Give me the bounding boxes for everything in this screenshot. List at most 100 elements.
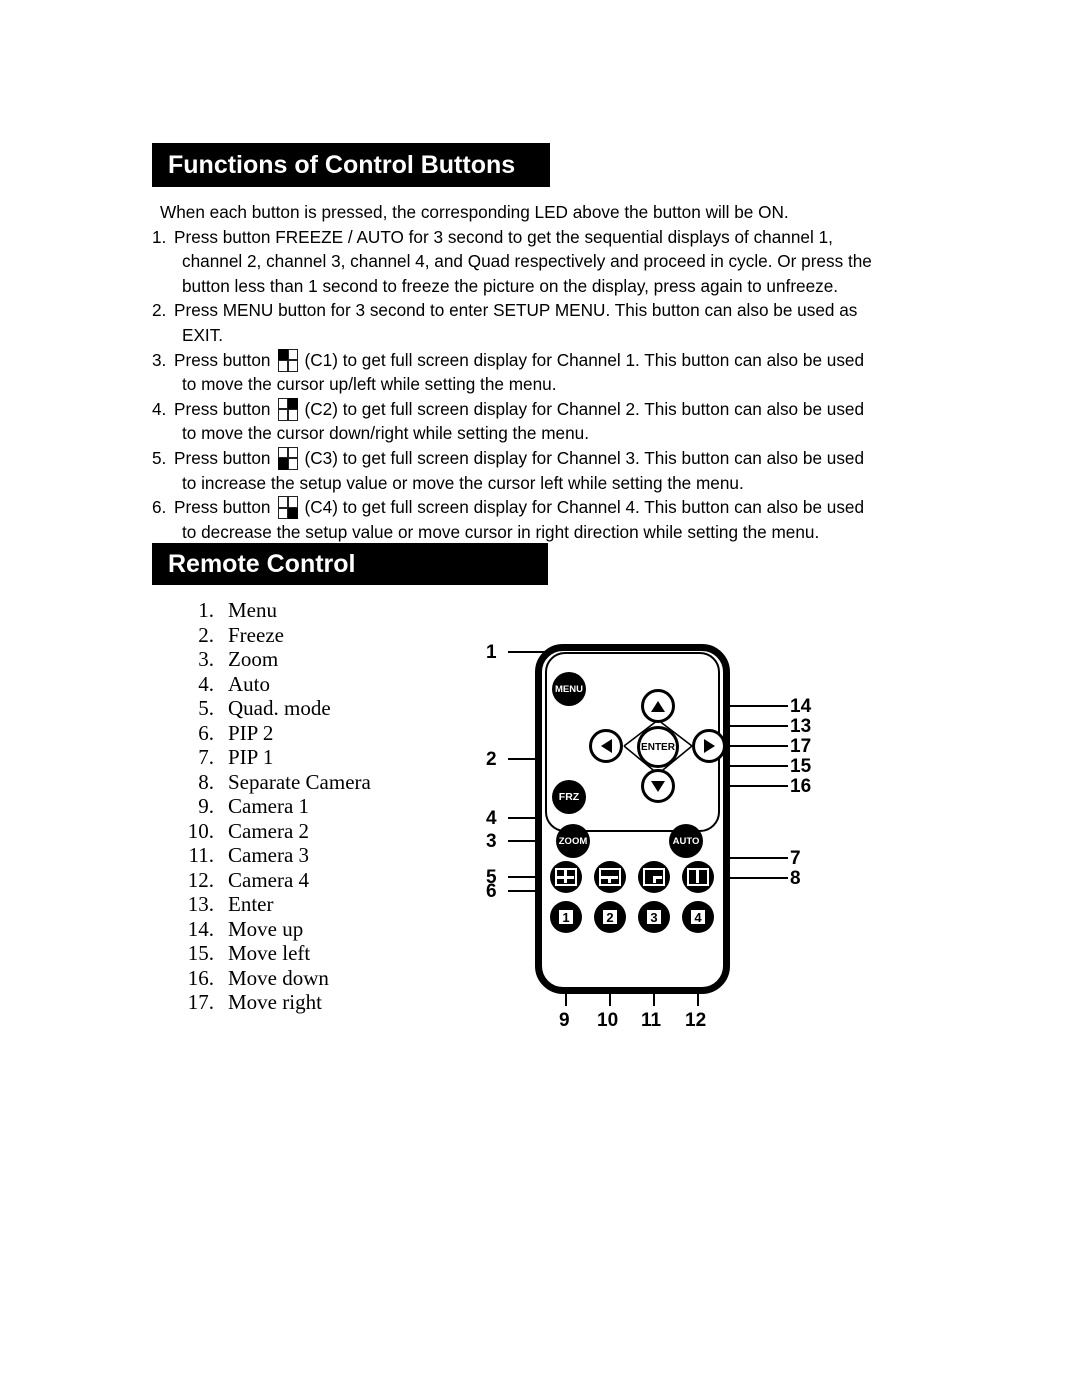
down-arrow-icon — [651, 780, 665, 792]
instruction-text-post: (C3) to get full screen display for Chan… — [304, 447, 865, 468]
remote-button-enter-label: ENTER — [641, 741, 675, 753]
list-item-label: Move right — [228, 990, 322, 1014]
list-item: 14. Move up — [168, 917, 468, 942]
remote-button-quad-mode[interactable] — [550, 861, 582, 893]
callout-7: 7 — [790, 848, 801, 869]
callout-14: 14 — [790, 696, 812, 717]
instruction-text-post: (C1) to get full screen display for Chan… — [304, 349, 865, 370]
instruction-body: Press button (C3) to get full screen disp… — [174, 446, 942, 495]
list-item-number: 6. — [198, 720, 214, 745]
remote-button-pip1[interactable] — [638, 861, 670, 893]
remote-button-enter[interactable]: ENTER — [637, 726, 679, 768]
list-item-number: 16. — [187, 965, 214, 990]
list-item-label: Auto — [228, 671, 270, 696]
list-item-number: 2. — [198, 622, 214, 647]
remote-button-camera-4-label: 4 — [689, 908, 707, 926]
list-item-number: 8. — [198, 769, 214, 794]
left-arrow-icon — [600, 739, 612, 753]
section-title-remote-control: Remote Control — [168, 549, 356, 578]
list-item: 5. Quad. mode — [168, 696, 468, 721]
list-item-label: Camera 2 — [228, 818, 310, 843]
document-page: Functions of Control Buttons When each b… — [0, 0, 1080, 1397]
instruction-number: 4. — [152, 398, 167, 419]
list-item-number: 5. — [198, 696, 214, 720]
remote-button-camera-1-label: 1 — [557, 908, 575, 926]
list-item-number: 13. — [187, 892, 214, 916]
pip2-layout-icon — [599, 868, 621, 886]
section-title-functions: Functions of Control Buttons — [168, 150, 516, 179]
instruction-line: Press button (C1) to get full screen disp… — [174, 348, 942, 373]
list-item: 9. Camera 1 — [168, 794, 468, 819]
callout-17: 17 — [790, 736, 812, 757]
remote-button-right[interactable] — [692, 729, 726, 763]
callout-16: 16 — [790, 776, 812, 797]
quad-icon-top-right — [277, 397, 298, 421]
right-arrow-icon — [703, 739, 715, 753]
remote-button-pip2[interactable] — [594, 861, 626, 893]
callout-12: 12 — [685, 1010, 707, 1031]
instruction-text-pre: Press button — [174, 398, 271, 419]
remote-button-up[interactable] — [641, 689, 675, 723]
list-item: 6. PIP 2 — [168, 721, 468, 746]
instruction-body: Press MENU button for 3 second to enter … — [174, 298, 942, 347]
callout-1: 1 — [486, 642, 497, 663]
instruction-line: to move the cursor down/right while sett… — [182, 423, 589, 444]
list-item-label: Camera 4 — [228, 867, 310, 892]
list-item-label: Move left — [228, 941, 311, 965]
remote-button-freeze[interactable]: FRZ — [552, 780, 586, 814]
instruction-line: Press button FREEZE / AUTO for 3 second … — [174, 226, 833, 247]
remote-button-camera-4[interactable]: 4 — [682, 901, 714, 933]
list-item: 8. Separate Camera — [168, 770, 468, 795]
list-item: 16. Move down — [168, 966, 468, 991]
list-item: 12. Camera 4 — [168, 868, 468, 893]
remote-button-camera-1[interactable]: 1 — [550, 901, 582, 933]
quad-icon-bottom-right — [277, 496, 298, 520]
callout-13: 13 — [790, 716, 812, 737]
instruction-text-pre: Press button — [174, 497, 271, 518]
remote-button-left[interactable] — [589, 729, 623, 763]
instruction-item-4: 4. Press button (C2) to get full screen d… — [152, 397, 942, 446]
up-arrow-icon — [651, 700, 665, 712]
list-item: 7. PIP 1 — [168, 745, 468, 770]
list-item: 4. Auto — [168, 672, 468, 697]
instruction-line: to increase the setup value or move the … — [182, 472, 744, 493]
list-item: 15. Move left — [168, 941, 468, 966]
callout-8: 8 — [790, 868, 801, 889]
remote-button-menu[interactable]: MENU — [552, 672, 586, 706]
instruction-item-1: 1. Press button FREEZE / AUTO for 3 seco… — [152, 225, 942, 299]
remote-button-camera-3-label: 3 — [645, 908, 663, 926]
instruction-number: 6. — [152, 497, 167, 518]
instruction-line: EXIT. — [182, 324, 224, 345]
remote-button-camera-2-label: 2 — [601, 908, 619, 926]
list-item: 1. Menu — [168, 598, 468, 623]
list-item-label: Zoom — [228, 647, 279, 671]
remote-button-down[interactable] — [641, 769, 675, 803]
list-item-label: Enter — [228, 892, 274, 916]
remote-legend-list: 1. Menu 2. Freeze 3. Zoom 4. Auto 5. Quad. mo… — [168, 598, 468, 1015]
remote-control-diagram: MENU FRZ ENTER ZOOM AUTO 1 2 3 4 1 2 4 3… — [478, 628, 818, 1058]
list-item-number: 3. — [198, 647, 214, 671]
list-item-number: 9. — [198, 794, 214, 818]
list-item-label: Menu — [228, 598, 277, 622]
callout-6: 6 — [486, 881, 497, 902]
list-item-number: 4. — [198, 671, 214, 696]
remote-button-separate-camera[interactable] — [682, 861, 714, 893]
quad-icon-bottom-left — [277, 446, 298, 470]
callout-11: 11 — [641, 1010, 662, 1031]
list-item: 13. Enter — [168, 892, 468, 917]
instruction-text-pre: Press button — [174, 349, 271, 370]
instruction-body: Press button (C4) to get full screen disp… — [174, 495, 942, 544]
remote-button-camera-2[interactable]: 2 — [594, 901, 626, 933]
instruction-body: Press button (C2) to get full screen disp… — [174, 397, 942, 446]
section-header-remote-control: Remote Control — [152, 543, 548, 585]
callout-9: 9 — [559, 1010, 570, 1031]
list-item-label: Move down — [228, 965, 329, 990]
instruction-text-post: (C2) to get full screen display for Chan… — [304, 398, 865, 419]
remote-button-auto[interactable]: AUTO — [669, 824, 703, 858]
remote-button-zoom[interactable]: ZOOM — [556, 824, 590, 858]
remote-button-camera-3[interactable]: 3 — [638, 901, 670, 933]
instruction-number: 1. — [152, 226, 167, 247]
instruction-body: Press button (C1) to get full screen disp… — [174, 348, 942, 397]
instruction-line: button less than 1 second to freeze the … — [182, 275, 839, 296]
list-item-number: 17. — [187, 990, 214, 1014]
